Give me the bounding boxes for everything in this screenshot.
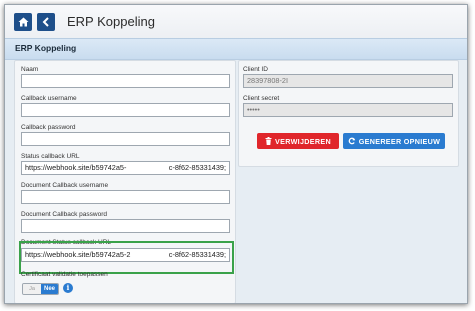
status-callback-url-input[interactable]: https://webhook.site/b59742a5- c-8f62-85… bbox=[21, 161, 230, 175]
status-callback-url-value-end: c-8f62-85331439; bbox=[168, 163, 226, 172]
chevron-left-icon bbox=[42, 17, 49, 27]
client-secret-input[interactable]: ••••• bbox=[243, 103, 453, 117]
callback-username-input[interactable] bbox=[21, 103, 230, 117]
certificaat-toggle[interactable]: Ja Nee bbox=[22, 283, 59, 295]
certificaat-label: Certificaat validatie toepassen bbox=[21, 271, 108, 278]
trash-icon bbox=[265, 137, 272, 145]
page-title: ERP Koppeling bbox=[67, 14, 155, 29]
delete-button[interactable]: VERWIJDEREN bbox=[257, 133, 339, 149]
naam-input[interactable] bbox=[21, 74, 230, 88]
callback-username-label: Callback username bbox=[21, 95, 77, 102]
top-bar: ERP Koppeling bbox=[5, 5, 467, 39]
client-secret-label: Client secret bbox=[243, 95, 280, 102]
home-button[interactable] bbox=[14, 13, 32, 31]
regenerate-button[interactable]: GENEREER OPNIEUW bbox=[343, 133, 445, 149]
toggle-on-option[interactable]: Nee bbox=[41, 284, 58, 294]
app-window: ERP Koppeling ERP Koppeling Naam Callbac… bbox=[4, 4, 468, 304]
delete-button-label: VERWIJDEREN bbox=[275, 136, 331, 146]
section-header: ERP Koppeling bbox=[5, 38, 467, 60]
client-id-input[interactable]: 28397808-2I bbox=[243, 74, 453, 88]
callback-password-input[interactable] bbox=[21, 132, 230, 146]
document-callback-username-input[interactable] bbox=[21, 190, 230, 204]
refresh-icon bbox=[348, 137, 356, 145]
regenerate-button-label: GENEREER OPNIEUW bbox=[358, 136, 441, 146]
status-callback-url-value: https://webhook.site/b59742a5- bbox=[25, 163, 127, 172]
toggle-off-option[interactable]: Ja bbox=[23, 284, 41, 294]
highlight-box bbox=[19, 241, 234, 274]
back-button[interactable] bbox=[37, 13, 55, 31]
document-callback-password-input[interactable] bbox=[21, 219, 230, 233]
home-icon bbox=[18, 17, 28, 27]
section-title: ERP Koppeling bbox=[15, 43, 77, 53]
callback-password-label: Callback password bbox=[21, 124, 76, 131]
client-id-label: Client ID bbox=[243, 66, 268, 73]
status-callback-url-label: Status callback URL bbox=[21, 153, 80, 160]
document-callback-username-label: Document Callback username bbox=[21, 182, 109, 189]
info-icon[interactable]: i bbox=[63, 283, 73, 293]
naam-label: Naam bbox=[21, 66, 39, 73]
document-callback-password-label: Document Callback password bbox=[21, 211, 107, 218]
